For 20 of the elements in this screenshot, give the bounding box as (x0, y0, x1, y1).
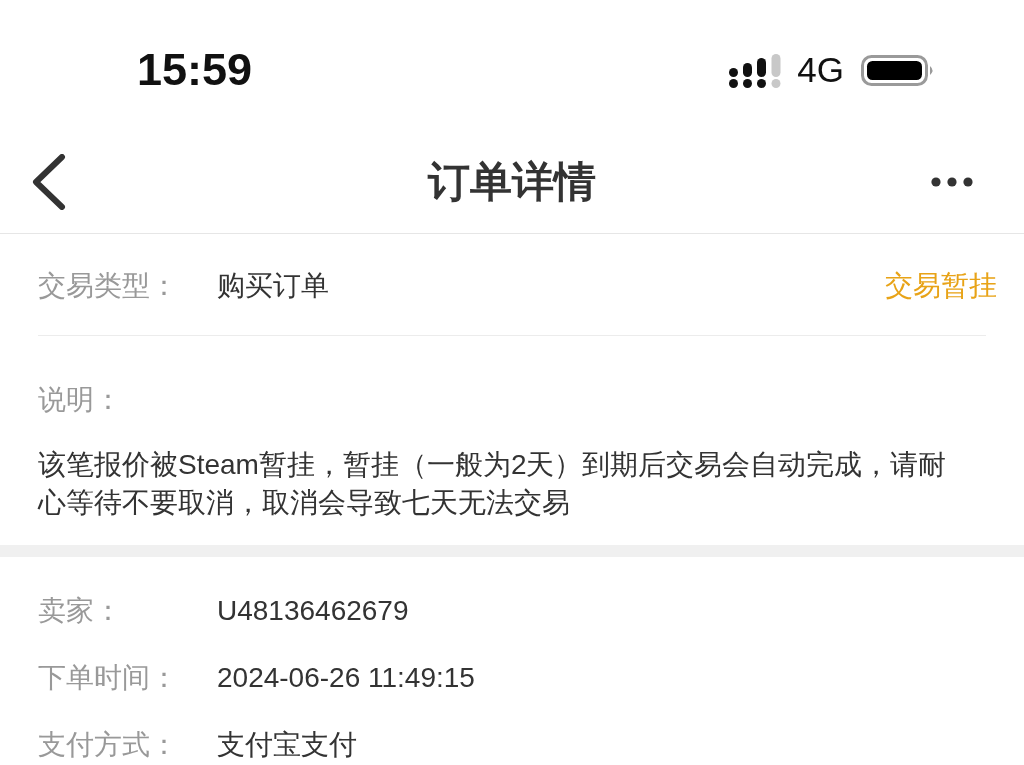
back-button[interactable] (32, 153, 66, 210)
battery-icon (861, 54, 935, 86)
status-text: 交易暂挂 (885, 268, 997, 303)
clock-time: 15:59 (137, 45, 253, 95)
note-text: 该笔报价被Steam暂挂，暂挂（一般为2天）到期后交易会自动完成，请耐心等待不要取消，取消会导致七天无法交易 (38, 448, 948, 520)
field-value: 购买订单 (217, 268, 329, 303)
back-icon (32, 153, 66, 210)
field-value: 支付宝支付 (217, 727, 357, 762)
more-button[interactable] (931, 176, 973, 187)
field-label: 下单时间： (38, 660, 179, 695)
network-label: 4G (797, 50, 844, 90)
field-value: 2024-06-26 11:49:15 (217, 660, 475, 695)
field-label: 支付方式： (38, 727, 179, 762)
page-title: 订单详情 (428, 156, 596, 207)
field-label: 交易类型： (38, 268, 179, 303)
field-value: U48136462679 (217, 593, 409, 628)
more-icon (931, 176, 973, 187)
field-label: 卖家： (38, 593, 123, 628)
note-label: 说明： (38, 383, 123, 417)
signal-icon (729, 54, 782, 88)
